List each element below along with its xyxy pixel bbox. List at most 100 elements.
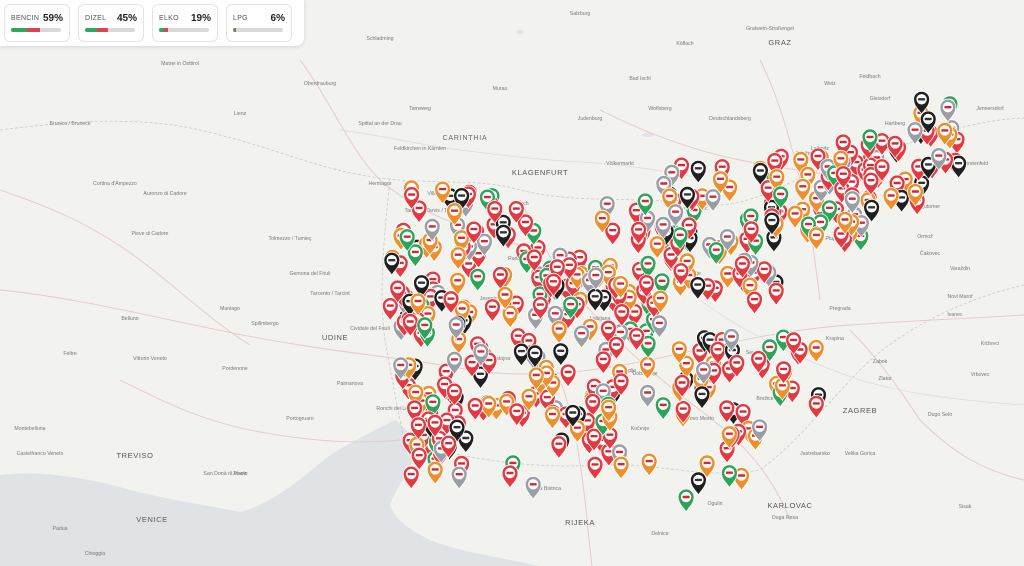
station-brand-icon bbox=[536, 292, 544, 296]
station-brand-icon bbox=[677, 269, 685, 272]
place-label: Feldkirchen in Kärnten bbox=[394, 146, 446, 152]
station-brand-icon bbox=[454, 279, 462, 282]
station-brand-icon bbox=[837, 157, 845, 160]
station-brand-icon bbox=[617, 379, 625, 383]
station-brand-icon bbox=[672, 210, 680, 213]
place-label: RIJEKA bbox=[565, 518, 595, 527]
station-brand-icon bbox=[633, 334, 641, 337]
place-label: Velika Gorica bbox=[845, 451, 876, 457]
station-brand-icon bbox=[659, 403, 667, 406]
station-brand-icon bbox=[726, 185, 734, 189]
station-brand-icon bbox=[679, 407, 687, 410]
station-brand-icon bbox=[592, 273, 600, 277]
station-brand-icon bbox=[604, 326, 612, 330]
place-label: Ivanec bbox=[947, 312, 963, 318]
place-label: ZAGREB bbox=[843, 406, 877, 415]
station-brand-icon bbox=[415, 206, 423, 210]
station-brand-icon bbox=[599, 389, 607, 392]
station-brand-icon bbox=[589, 400, 597, 403]
station-brand-icon bbox=[698, 392, 706, 396]
station-brand-icon bbox=[408, 193, 416, 196]
station-brand-icon bbox=[839, 140, 847, 144]
place-label: Köflach bbox=[676, 41, 693, 47]
station-brand-icon bbox=[714, 348, 722, 351]
station-brand-icon bbox=[447, 297, 455, 300]
place-label: Dugo Selo bbox=[928, 412, 952, 418]
station-brand-icon bbox=[602, 348, 610, 351]
station-brand-icon bbox=[573, 273, 581, 276]
station-brand-icon bbox=[733, 361, 741, 364]
station-brand-icon bbox=[573, 426, 581, 429]
fuel-card-lpg[interactable]: LPG 6% bbox=[226, 4, 292, 42]
station-brand-icon bbox=[414, 299, 422, 303]
station-brand-icon bbox=[760, 267, 768, 271]
station-brand-icon bbox=[512, 207, 520, 210]
station-brand-icon bbox=[685, 223, 693, 227]
place-label: Montebelluna bbox=[14, 426, 45, 432]
station-brand-icon bbox=[531, 351, 539, 355]
station-brand-icon bbox=[756, 425, 764, 428]
station-brand-icon bbox=[616, 450, 624, 454]
station-brand-icon bbox=[480, 240, 488, 243]
place-label: KLAGENFURT bbox=[512, 168, 568, 177]
station-brand-icon bbox=[617, 282, 625, 285]
station-brand-icon bbox=[675, 347, 683, 350]
station-brand-icon bbox=[658, 279, 666, 282]
station-brand-icon bbox=[771, 159, 779, 162]
place-label: VENICE bbox=[136, 515, 168, 524]
place-label: Križevci bbox=[981, 341, 999, 347]
station-brand-icon bbox=[598, 217, 606, 220]
place-label: Gemona del Friuli bbox=[290, 271, 331, 277]
station-brand-icon bbox=[591, 463, 599, 466]
place-label: Völkermarkt bbox=[606, 161, 634, 167]
station-brand-icon bbox=[694, 283, 702, 286]
station-brand-icon bbox=[718, 165, 726, 168]
place-label: Castelfranco Veneto bbox=[17, 451, 64, 457]
fuel-card-dizel[interactable]: DIZEL 45% bbox=[78, 4, 144, 42]
fuel-bar-available bbox=[85, 28, 98, 32]
station-brand-icon bbox=[644, 391, 652, 394]
station-brand-icon bbox=[814, 154, 822, 158]
fuel-percent: 45% bbox=[116, 13, 137, 24]
station-brand-icon bbox=[866, 135, 874, 139]
place-label: Ogulin bbox=[708, 501, 723, 507]
station-brand-icon bbox=[488, 305, 496, 308]
place-label: Chioggia bbox=[85, 551, 106, 557]
station-brand-icon bbox=[439, 187, 447, 191]
station-brand-icon bbox=[564, 370, 572, 374]
place-label: Portogruaro bbox=[286, 416, 314, 422]
station-brand-icon bbox=[431, 421, 439, 424]
station-brand-icon bbox=[388, 259, 396, 262]
station-brand-icon bbox=[826, 206, 833, 209]
fuel-label: LPG bbox=[233, 15, 248, 22]
station-brand-icon bbox=[617, 330, 624, 334]
station-brand-icon bbox=[421, 323, 429, 327]
fuel-bar-limited bbox=[234, 28, 236, 32]
map-canvas[interactable]: Salzburg Bad Ischl Schladming Tamsweg Murau J… bbox=[0, 0, 1024, 566]
station-brand-icon bbox=[590, 435, 598, 438]
station-brand-icon bbox=[555, 327, 563, 330]
fuel-card-bencin[interactable]: BENCIN 59% bbox=[4, 4, 70, 42]
station-brand-icon bbox=[517, 349, 525, 353]
place-label: Sisak bbox=[959, 504, 972, 510]
place-label: Cividale del Friuli bbox=[350, 326, 390, 332]
station-brand-icon bbox=[403, 235, 411, 238]
station-brand-icon bbox=[797, 158, 805, 161]
station-brand-icon bbox=[641, 199, 649, 203]
station-brand-icon bbox=[655, 321, 663, 325]
station-brand-icon bbox=[415, 454, 423, 457]
station-brand-icon bbox=[727, 335, 735, 338]
fuel-bar-available bbox=[11, 28, 28, 32]
station-brand-icon bbox=[411, 406, 419, 410]
station-brand-icon bbox=[605, 406, 613, 409]
fuel-card-elko[interactable]: ELKO 19% bbox=[152, 4, 218, 42]
station-brand-icon bbox=[604, 271, 612, 274]
station-brand-icon bbox=[525, 395, 533, 398]
station-brand-icon bbox=[660, 182, 668, 185]
station-brand-icon bbox=[551, 312, 559, 315]
station-brand-icon bbox=[406, 320, 414, 323]
station-brand-icon bbox=[773, 175, 781, 178]
station-brand-icon bbox=[586, 325, 594, 328]
station-brand-icon bbox=[911, 190, 919, 193]
station-brand-icon bbox=[458, 236, 465, 239]
